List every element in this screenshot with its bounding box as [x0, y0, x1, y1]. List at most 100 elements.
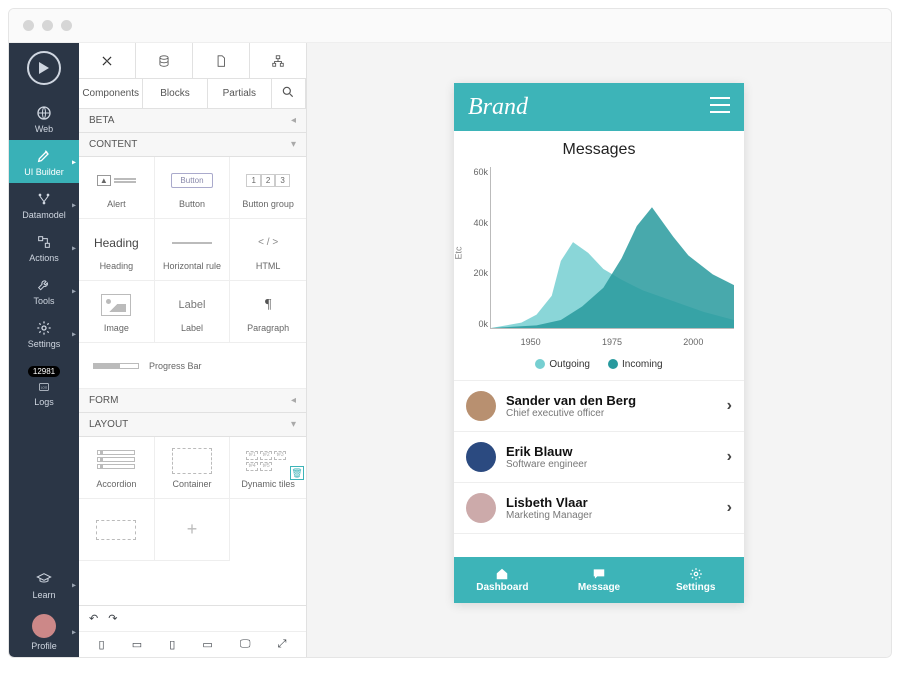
- search-components-button[interactable]: [272, 79, 306, 108]
- globe-icon: [36, 105, 52, 121]
- logs-count-badge: 12981: [28, 366, 60, 377]
- tile-label: Container: [172, 479, 211, 489]
- section-label: FORM: [89, 395, 118, 406]
- tile-label: Progress Bar: [149, 361, 202, 371]
- contact-row[interactable]: Lisbeth Vlaar Marketing Manager ›: [454, 483, 744, 534]
- section-content[interactable]: CONTENT ▾: [79, 133, 306, 157]
- hamburger-menu-button[interactable]: [710, 97, 730, 118]
- tile-buttongroup[interactable]: 123 Button group: [230, 157, 306, 219]
- rail-label: Profile: [31, 641, 57, 651]
- tile-accordion[interactable]: Accordion: [79, 437, 155, 499]
- contact-role: Chief executive officer: [506, 408, 717, 419]
- rail-item-learn[interactable]: Learn ▸: [9, 563, 79, 606]
- device-phone-landscape[interactable]: ▭: [132, 638, 142, 651]
- mode-design-button[interactable]: [79, 43, 136, 78]
- y-tick: 40k: [473, 218, 488, 228]
- tab-message[interactable]: Message: [551, 557, 648, 603]
- tab-dashboard[interactable]: Dashboard: [454, 557, 551, 603]
- gear-icon: [688, 567, 704, 581]
- brand-logo: Brand: [468, 94, 528, 121]
- tile-row-empty[interactable]: [79, 499, 155, 561]
- tile-label: Button group: [242, 199, 294, 209]
- tile-hr[interactable]: Horizontal rule: [155, 219, 231, 281]
- rail-item-profile[interactable]: Profile ▸: [9, 606, 79, 657]
- tile-paragraph[interactable]: ¶ Paragraph: [230, 281, 306, 343]
- delete-tile-button[interactable]: 🗑: [290, 466, 304, 480]
- device-phone-portrait[interactable]: ▯: [99, 638, 105, 651]
- section-layout[interactable]: LAYOUT ▾: [79, 413, 306, 437]
- canvas[interactable]: Brand Messages Etc 60k 40k 20k 0k: [307, 43, 891, 657]
- undo-button[interactable]: ↶: [89, 612, 98, 625]
- log-icon: LOG: [35, 382, 53, 394]
- tile-label[interactable]: Label Label: [155, 281, 231, 343]
- device-desktop[interactable]: 🖵: [240, 638, 251, 651]
- chevron-right-icon: ›: [727, 499, 732, 517]
- browser-window-controls: [9, 9, 891, 43]
- rail-item-actions[interactable]: Actions ▸: [9, 226, 79, 269]
- section-form[interactable]: FORM ◂: [79, 389, 306, 413]
- tile-alert[interactable]: ▲ Alert: [79, 157, 155, 219]
- tile-label: Alert: [107, 199, 126, 209]
- rail-item-web[interactable]: Web: [9, 97, 79, 140]
- tile-progressbar[interactable]: Progress Bar: [79, 343, 306, 389]
- contact-role: Marketing Manager: [506, 510, 717, 521]
- heading-preview: Heading: [94, 236, 139, 250]
- device-tablet-landscape[interactable]: ▭: [202, 638, 212, 651]
- section-beta[interactable]: BETA ◂: [79, 109, 306, 133]
- button-preview: Button: [171, 173, 212, 188]
- rail-label: Settings: [28, 339, 61, 349]
- caret-right-icon: ▸: [72, 329, 76, 338]
- rail-item-uibuilder[interactable]: UI Builder ▸: [9, 140, 79, 183]
- tile-button[interactable]: Button Button: [155, 157, 231, 219]
- tile-label: Heading: [100, 261, 134, 271]
- nodes-icon: [36, 191, 52, 207]
- mode-page-button[interactable]: [193, 43, 250, 78]
- traffic-light-close[interactable]: [23, 20, 34, 31]
- search-icon: [281, 85, 295, 99]
- tile-html[interactable]: < / > HTML: [230, 219, 306, 281]
- html-preview: < / >: [258, 237, 278, 248]
- tile-heading[interactable]: Heading Heading: [79, 219, 155, 281]
- mode-data-button[interactable]: [136, 43, 193, 78]
- traffic-light-zoom[interactable]: [61, 20, 72, 31]
- tile-container[interactable]: Container: [155, 437, 231, 499]
- tab-components[interactable]: Components: [79, 79, 143, 108]
- tile-add[interactable]: +: [155, 499, 231, 561]
- contact-role: Software engineer: [506, 459, 717, 470]
- phone-preview: Brand Messages Etc 60k 40k 20k 0k: [454, 83, 744, 603]
- flow-icon: [36, 234, 52, 250]
- legend-outgoing: Outgoing: [535, 359, 590, 370]
- expand-icon: ▾: [291, 139, 296, 150]
- play-preview-button[interactable]: [27, 51, 61, 85]
- y-tick: 60k: [473, 167, 488, 177]
- tile-label: Image: [104, 323, 129, 333]
- mode-sitemap-button[interactable]: [250, 43, 306, 78]
- graduation-icon: [36, 571, 52, 587]
- rail-nav: Web UI Builder ▸ Datamodel ▸ Actions ▸ T…: [9, 43, 79, 657]
- tile-label: Button: [179, 199, 205, 209]
- tools-crossed-icon: [100, 54, 114, 68]
- rail-label: Actions: [29, 253, 59, 263]
- device-fullscreen[interactable]: ⤢: [278, 638, 287, 651]
- tile-label: Label: [181, 323, 203, 333]
- redo-button[interactable]: ↷: [108, 612, 117, 625]
- tab-blocks[interactable]: Blocks: [143, 79, 207, 108]
- contact-row[interactable]: Erik Blauw Software engineer ›: [454, 432, 744, 483]
- section-label: BETA: [89, 115, 114, 126]
- tile-image[interactable]: Image: [79, 281, 155, 343]
- tile-dynamictiles[interactable]: t#1t#2t#3t#4t#5 Dynamic tiles 🗑: [230, 437, 306, 499]
- builder-footer: ↶ ↷ ▯ ▭ ▯ ▭ 🖵 ⤢: [79, 605, 306, 657]
- image-placeholder-icon: [101, 294, 131, 316]
- contact-row[interactable]: Sander van den Berg Chief executive offi…: [454, 381, 744, 432]
- y-axis: 60k 40k 20k 0k: [458, 167, 488, 329]
- device-tablet-portrait[interactable]: ▯: [169, 638, 175, 651]
- tab-settings[interactable]: Settings: [647, 557, 744, 603]
- rail-item-settings[interactable]: Settings ▸: [9, 312, 79, 355]
- tab-partials[interactable]: Partials: [208, 79, 272, 108]
- traffic-light-minimize[interactable]: [42, 20, 53, 31]
- rail-item-datamodel[interactable]: Datamodel ▸: [9, 183, 79, 226]
- gear-icon: [36, 320, 52, 336]
- device-preview-row: ▯ ▭ ▯ ▭ 🖵 ⤢: [79, 632, 306, 657]
- rail-item-logs[interactable]: 12981 LOG Logs: [9, 355, 79, 413]
- rail-item-tools[interactable]: Tools ▸: [9, 269, 79, 312]
